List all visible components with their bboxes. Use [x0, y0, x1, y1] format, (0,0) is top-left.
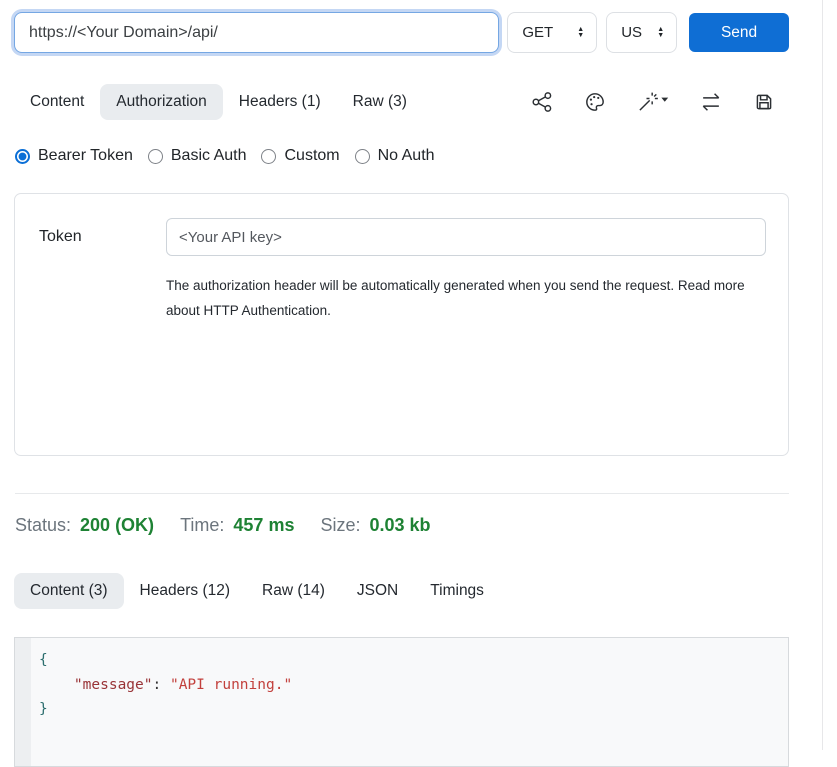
time-label: Time: — [180, 515, 224, 536]
method-select[interactable]: GET ▲▼ — [507, 12, 597, 53]
radio-icon — [355, 149, 370, 164]
request-toolbar — [531, 91, 775, 113]
json-colon: : — [153, 677, 170, 693]
json-response: { "message": "API running." } — [15, 638, 788, 722]
swap-arrows-icon[interactable] — [700, 91, 722, 113]
response-tabs: Content (3) Headers (12) Raw (14) JSON T… — [14, 573, 775, 609]
tab-content[interactable]: Content — [14, 84, 100, 120]
radio-label: Basic Auth — [171, 147, 247, 165]
radio-icon — [148, 149, 163, 164]
response-status-bar: Status: 200 (OK) Time: 457 ms Size: 0.03… — [15, 515, 822, 536]
radio-label: Bearer Token — [38, 147, 133, 165]
json-key: "message" — [74, 677, 153, 693]
tab-authorization[interactable]: Authorization — [100, 84, 222, 120]
token-input[interactable] — [166, 218, 766, 256]
token-label: Token — [39, 228, 166, 246]
code-gutter — [15, 638, 31, 766]
radio-no-auth[interactable]: No Auth — [355, 147, 435, 165]
radio-bearer-token[interactable]: Bearer Token — [15, 147, 133, 165]
region-select-value: US — [621, 24, 642, 41]
resp-tab-json[interactable]: JSON — [341, 573, 414, 609]
region-select[interactable]: US ▲▼ — [606, 12, 677, 53]
send-button[interactable]: Send — [689, 13, 789, 52]
radio-icon — [261, 149, 276, 164]
response-body: { "message": "API running." } — [14, 637, 789, 767]
resp-tab-raw[interactable]: Raw (14) — [246, 573, 341, 609]
radio-label: No Auth — [378, 147, 435, 165]
tab-headers[interactable]: Headers (1) — [223, 84, 337, 120]
resp-tab-timings[interactable]: Timings — [414, 573, 500, 609]
method-select-value: GET — [522, 24, 553, 41]
status-label: Status: — [15, 515, 71, 536]
save-icon[interactable] — [753, 91, 775, 113]
radio-basic-auth[interactable]: Basic Auth — [148, 147, 247, 165]
radio-label: Custom — [284, 147, 339, 165]
auth-type-options: Bearer Token Basic Auth Custom No Auth — [15, 147, 822, 165]
app-page: GET ▲▼ US ▲▼ Send Content Authorization … — [0, 0, 823, 750]
radio-icon — [15, 149, 30, 164]
size-label: Size: — [320, 515, 360, 536]
url-input[interactable] — [14, 12, 499, 53]
json-close-brace: } — [39, 701, 48, 717]
section-divider — [15, 493, 789, 494]
radio-custom[interactable]: Custom — [261, 147, 339, 165]
token-help-text: The authorization header will be automat… — [166, 273, 754, 323]
resp-tab-headers[interactable]: Headers (12) — [124, 573, 246, 609]
resp-tab-content[interactable]: Content (3) — [14, 573, 124, 609]
share-icon[interactable] — [531, 91, 553, 113]
status-value: 200 (OK) — [80, 515, 154, 536]
request-bar: GET ▲▼ US ▲▼ Send — [0, 0, 822, 53]
magic-wand-icon[interactable] — [637, 91, 669, 113]
json-indent — [39, 677, 74, 693]
size-value: 0.03 kb — [370, 515, 431, 536]
json-value: "API running." — [170, 677, 292, 693]
tab-raw[interactable]: Raw (3) — [337, 84, 423, 120]
select-updown-icon: ▲▼ — [657, 27, 664, 39]
palette-icon[interactable] — [584, 91, 606, 113]
json-open-brace: { — [39, 652, 48, 668]
select-updown-icon: ▲▼ — [577, 27, 584, 39]
token-panel: Token The authorization header will be a… — [14, 193, 789, 456]
time-value: 457 ms — [233, 515, 294, 536]
request-tabs: Content Authorization Headers (1) Raw (3… — [14, 84, 775, 120]
